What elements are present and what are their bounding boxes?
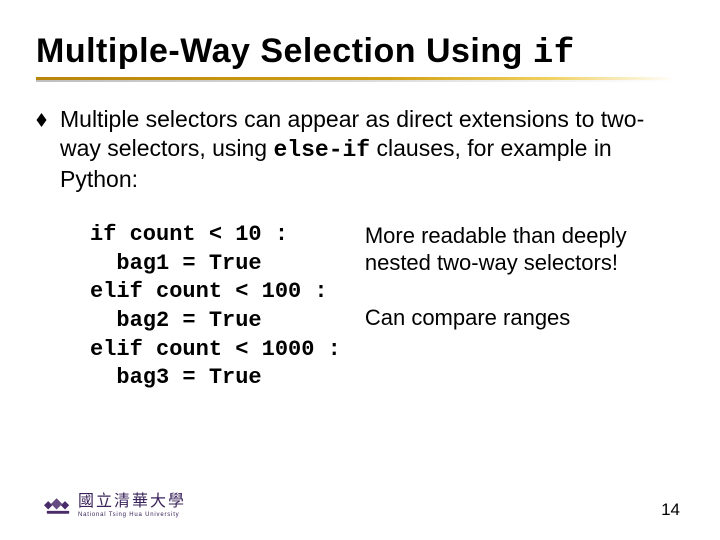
university-name: 國立清華大學 National Tsing Hua University bbox=[78, 494, 186, 518]
page-number: 14 bbox=[661, 500, 680, 520]
note-2: Can compare ranges bbox=[365, 305, 684, 332]
slide: Multiple-Way Selection Using if Multiple… bbox=[0, 0, 720, 540]
university-name-cn: 國立清華大學 bbox=[78, 494, 186, 510]
content-columns: if count < 10 : bag1 = True elif count <… bbox=[36, 221, 684, 393]
footer-logo: 國立清華大學 National Tsing Hua University bbox=[44, 494, 186, 518]
university-crest-icon bbox=[44, 495, 72, 517]
title-text: Multiple-Way Selection Using bbox=[36, 32, 533, 70]
notes: More readable than deeply nested two-way… bbox=[365, 223, 684, 393]
slide-title: Multiple-Way Selection Using if bbox=[36, 32, 684, 73]
bullet-icon bbox=[36, 113, 50, 129]
bullet-item: Multiple selectors can appear as direct … bbox=[36, 105, 684, 193]
slide-body: Multiple selectors can appear as direct … bbox=[36, 105, 684, 393]
code-block: if count < 10 : bag1 = True elif count <… bbox=[90, 221, 341, 393]
note-1: More readable than deeply nested two-way… bbox=[365, 223, 684, 277]
bullet-text: Multiple selectors can appear as direct … bbox=[60, 105, 684, 193]
title-keyword: if bbox=[533, 35, 575, 73]
bullet-keyword: else-if bbox=[273, 137, 370, 163]
university-name-en: National Tsing Hua University bbox=[78, 512, 186, 518]
title-underline bbox=[36, 77, 676, 83]
